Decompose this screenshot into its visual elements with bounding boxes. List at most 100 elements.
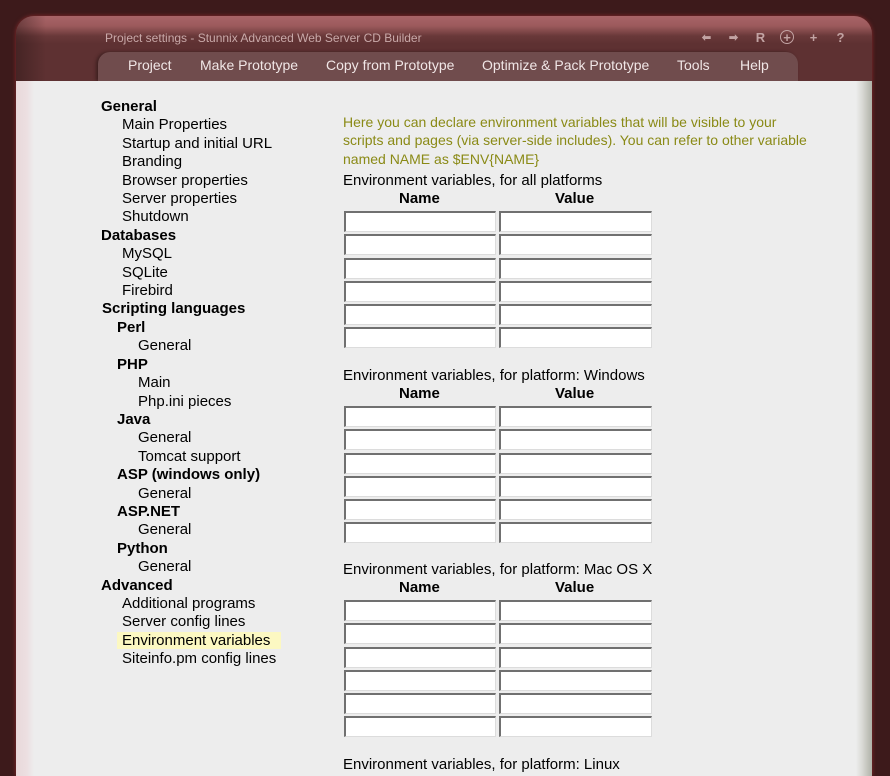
env-var-value-input[interactable] [499, 522, 652, 544]
column-headers: Name Value [343, 190, 683, 209]
nav-item-main-properties[interactable]: Main Properties [101, 116, 281, 134]
nav-group-asp-windows-only[interactable]: ASP (windows only) [101, 466, 281, 484]
nav-item-additional-programs[interactable]: Additional programs [101, 595, 281, 613]
env-var-name-input[interactable] [344, 327, 496, 349]
nav-group-databases[interactable]: Databases [101, 227, 281, 245]
forward-arrow-icon[interactable]: ➡ [720, 30, 747, 46]
env-var-name-input[interactable] [344, 234, 496, 256]
nav-item-environment-variables[interactable]: Environment variables [101, 631, 282, 650]
nav-group-python[interactable]: Python [101, 540, 281, 558]
nav-item-siteinfo-pm-config-lines[interactable]: Siteinfo.pm config lines [101, 650, 281, 668]
nav-item-tomcat-support[interactable]: Tomcat support [101, 448, 281, 466]
env-var-value-input[interactable] [499, 600, 652, 621]
env-var-name-input[interactable] [344, 646, 496, 668]
env-var-name-input[interactable] [344, 452, 496, 474]
env-var-value-input[interactable] [499, 669, 652, 691]
nav-item-general[interactable]: General [101, 521, 281, 539]
nav-label: Tomcat support [138, 447, 241, 465]
env-var-row [343, 691, 683, 715]
env-var-name-input[interactable] [344, 693, 496, 715]
env-var-name-input[interactable] [344, 257, 496, 279]
env-var-row [343, 302, 683, 326]
env-var-row [343, 621, 683, 645]
menu-project[interactable]: Project [128, 57, 172, 73]
nav-item-general[interactable]: General [101, 337, 281, 355]
env-var-name-input[interactable] [344, 280, 496, 302]
nav-item-browser-properties[interactable]: Browser properties [101, 172, 281, 190]
env-var-name-input[interactable] [344, 623, 496, 645]
nav-label: Server properties [122, 190, 238, 208]
nav-group-scripting-languages[interactable]: Scripting languages [101, 300, 281, 318]
env-var-value-input[interactable] [499, 452, 652, 474]
env-var-name-input[interactable] [344, 429, 496, 451]
add-circle-icon[interactable]: + [780, 30, 794, 44]
menu-copy-from-prototype[interactable]: Copy from Prototype [326, 57, 454, 73]
section-title: Environment variables, for platform: Lin… [343, 756, 620, 773]
nav-item-branding[interactable]: Branding [101, 153, 281, 171]
env-var-name-input[interactable] [344, 475, 496, 497]
name-column-header: Name [399, 190, 440, 207]
env-var-name-input[interactable] [344, 716, 496, 738]
env-var-value-input[interactable] [499, 257, 652, 279]
nav-item-startup-and-initial-url[interactable]: Startup and initial URL [101, 135, 281, 153]
env-var-value-input[interactable] [499, 280, 652, 302]
env-var-value-input[interactable] [499, 623, 652, 645]
nav-label: Databases [101, 226, 177, 244]
nav-group-perl[interactable]: Perl [101, 319, 281, 337]
env-var-name-input[interactable] [344, 600, 496, 621]
env-var-name-input[interactable] [344, 304, 496, 326]
nav-item-general[interactable]: General [101, 429, 281, 447]
env-var-row [343, 520, 683, 544]
env-var-value-input[interactable] [499, 429, 652, 451]
nav-item-general[interactable]: General [101, 485, 281, 503]
env-var-value-input[interactable] [499, 716, 652, 738]
nav-item-firebird[interactable]: Firebird [101, 282, 281, 300]
plus-icon[interactable]: + [800, 30, 827, 46]
nav-label: Main [138, 374, 171, 392]
nav-item-mysql[interactable]: MySQL [101, 245, 281, 263]
nav-group-general[interactable]: General [101, 98, 281, 116]
nav-label: Branding [122, 153, 183, 171]
nav-label: PHP [117, 355, 148, 373]
env-var-value-input[interactable] [499, 234, 652, 256]
nav-label: Advanced [101, 576, 173, 594]
nav-item-shutdown[interactable]: Shutdown [101, 208, 281, 226]
env-section-3: Environment variables, for platform: Lin… [343, 756, 683, 776]
env-var-name-input[interactable] [344, 669, 496, 691]
column-headers: Name Value [343, 385, 683, 404]
env-var-name-input[interactable] [344, 406, 496, 427]
menu-help[interactable]: Help [740, 57, 769, 73]
menu-tools[interactable]: Tools [677, 57, 710, 73]
menu-optimize-pack-prototype[interactable]: Optimize & Pack Prototype [482, 57, 649, 73]
nav-group-asp-net[interactable]: ASP.NET [101, 503, 281, 521]
env-var-value-input[interactable] [499, 304, 652, 326]
nav-item-php-ini-pieces[interactable]: Php.ini pieces [101, 393, 281, 411]
back-arrow-icon[interactable]: ⬅ [693, 30, 720, 46]
nav-group-advanced[interactable]: Advanced [101, 577, 281, 595]
env-var-value-input[interactable] [499, 499, 652, 521]
env-var-row [343, 209, 683, 232]
env-var-value-input[interactable] [499, 211, 652, 232]
env-var-value-input[interactable] [499, 406, 652, 427]
nav-group-php[interactable]: PHP [101, 356, 281, 374]
nav-item-server-properties[interactable]: Server properties [101, 190, 281, 208]
nav-item-sqlite[interactable]: SQLite [101, 264, 281, 282]
nav-item-main[interactable]: Main [101, 374, 281, 392]
env-var-value-input[interactable] [499, 646, 652, 668]
value-column-header: Value [555, 385, 595, 402]
env-var-value-input[interactable] [499, 475, 652, 497]
menu-make-prototype[interactable]: Make Prototype [200, 57, 298, 73]
reload-icon[interactable]: R [747, 30, 774, 46]
app-window: Project settings - Stunnix Advanced Web … [16, 16, 872, 776]
nav-item-server-config-lines[interactable]: Server config lines [101, 613, 281, 631]
env-var-value-input[interactable] [499, 693, 652, 715]
nav-group-java[interactable]: Java [101, 411, 281, 429]
env-var-name-input[interactable] [344, 522, 496, 544]
env-var-row [343, 427, 683, 451]
env-var-value-input[interactable] [499, 327, 652, 349]
help-icon[interactable]: ? [827, 30, 854, 46]
env-var-name-input[interactable] [344, 499, 496, 521]
env-var-name-input[interactable] [344, 211, 496, 232]
nav-item-general[interactable]: General [101, 558, 281, 576]
nav-label: General [138, 484, 192, 502]
